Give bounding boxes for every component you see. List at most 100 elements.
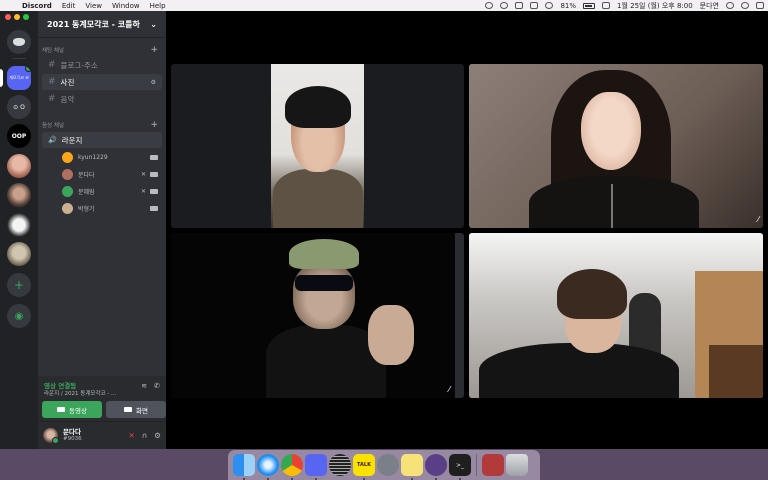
menubar-datetime[interactable]: 1월 25일 (월) 오후 8:00 (617, 1, 693, 11)
discord-window: 게모각코 코 ⊙ O OOP + ◉ 2021 동계모각코 - 코틀하 ⌄ 채팅… (0, 11, 768, 449)
chrome-icon[interactable] (281, 454, 303, 480)
menu-window[interactable]: Window (112, 2, 140, 10)
github-desktop-icon[interactable] (425, 454, 447, 480)
input-source-icon[interactable] (602, 2, 611, 9)
kakaotalk-icon[interactable]: TALK (353, 454, 375, 480)
server-header[interactable]: 2021 동계모각코 - 코틀하 ⌄ (38, 11, 166, 38)
safari-icon[interactable] (257, 454, 279, 480)
control-center-icon[interactable] (756, 2, 764, 9)
menu-edit[interactable]: Edit (62, 2, 76, 10)
video-button[interactable]: 동영상 (42, 401, 102, 418)
disconnect-icon[interactable]: ✆ (154, 382, 160, 390)
photo-booth-icon[interactable] (482, 454, 504, 476)
add-text-channel-icon[interactable]: + (150, 45, 158, 55)
status-icon-4[interactable] (530, 2, 539, 9)
channel-settings-icon[interactable]: ⚙ (151, 79, 156, 86)
avatar[interactable] (43, 428, 59, 444)
menu-help[interactable]: Help (150, 2, 166, 10)
voice-category[interactable]: 음성 채널 + (38, 119, 166, 131)
siri-icon[interactable] (741, 2, 749, 9)
server-avatar-4[interactable] (7, 242, 31, 266)
voice-user[interactable]: 문혜림 ✕ (38, 183, 166, 200)
noise-suppression-icon[interactable]: ≋ (141, 382, 147, 390)
channel-music[interactable]: # 음악 (42, 91, 162, 107)
stickies-icon[interactable] (401, 454, 423, 480)
status-icon-2[interactable] (500, 2, 509, 9)
user-names[interactable]: 문다다 #9036 (63, 428, 82, 443)
voice-user-name: 박형기 (78, 206, 95, 213)
voice-status-sub[interactable]: 라운지 / 2021 동계모각코 - ... (44, 389, 128, 397)
voice-user[interactable]: 박형기 (38, 200, 166, 217)
server-oop[interactable]: OOP (7, 124, 31, 148)
voice-user-name: kyun1229 (78, 154, 108, 161)
server-active[interactable]: 게모각코 코 (7, 66, 31, 90)
gear-icon[interactable]: ⚙ (154, 431, 161, 440)
terminal-icon[interactable]: >_ (449, 454, 471, 480)
screen-share-button[interactable]: 화면 (106, 401, 166, 418)
zoom-window-button[interactable] (23, 14, 29, 20)
server-avatar-2[interactable] (7, 183, 31, 207)
text-category[interactable]: 채팅 채널 + (38, 44, 166, 56)
explore-servers-icon[interactable]: ◉ (7, 304, 31, 328)
active-server-pill (0, 69, 3, 87)
voice-user[interactable]: kyun1229 (38, 149, 166, 166)
video-tile[interactable] (171, 64, 464, 228)
server-name: 2021 동계모각코 - 코틀하 (47, 19, 140, 29)
video-tile[interactable]: ⁄ (469, 64, 763, 228)
screen-share-icon (124, 407, 133, 412)
discord-home-icon[interactable] (7, 30, 31, 54)
video-tile[interactable] (469, 233, 763, 398)
trash-icon[interactable] (506, 454, 528, 476)
status-icon-3[interactable] (515, 2, 524, 9)
add-server-icon[interactable]: + (7, 273, 31, 297)
wifi-icon[interactable] (545, 2, 554, 9)
battery-icon[interactable] (583, 2, 596, 9)
video-tile[interactable]: ⁄ (171, 233, 464, 398)
video-person-sunglasses (295, 275, 353, 291)
system-preferences-icon[interactable] (377, 454, 399, 476)
video-on-icon (150, 189, 158, 194)
voice-channel-lounge[interactable]: 🔊 라운지 (42, 132, 162, 148)
avatar (62, 186, 73, 197)
minimize-window-button[interactable] (14, 14, 20, 20)
menu-app-name[interactable]: Discord (22, 2, 52, 10)
chevron-down-icon[interactable]: ⌄ (150, 20, 157, 29)
discord-icon[interactable] (305, 454, 327, 480)
server-double-o[interactable]: ⊙ O (7, 95, 31, 119)
channel-sidebar: 2021 동계모각코 - 코틀하 ⌄ 채팅 채널 + # 블로그-주소 # 사진… (38, 11, 166, 449)
headphones-icon[interactable]: ∩ (142, 431, 148, 440)
server-avatar-1[interactable] (7, 154, 31, 178)
menubar-user[interactable]: 문다연 (700, 1, 719, 11)
voice-active-badge (25, 66, 31, 72)
channel-blog[interactable]: # 블로그-주소 (42, 57, 162, 73)
server-list: 게모각코 코 ⊙ O OOP + ◉ (0, 11, 38, 449)
avatar (62, 169, 73, 180)
video-person-body (529, 176, 699, 228)
video-person-hand (368, 305, 414, 365)
voice-category-label: 음성 채널 (42, 123, 64, 129)
menu-view[interactable]: View (85, 2, 102, 10)
mic-muted-icon[interactable]: ✕ (128, 431, 134, 440)
server-avatar-3[interactable] (7, 213, 31, 237)
mic-muted-icon: ✕ (140, 188, 146, 195)
kakaotalk-label: TALK (357, 462, 371, 468)
mic-muted-icon: ⁄ (757, 215, 759, 224)
channel-photo[interactable]: # 사진 ⚙ (42, 74, 162, 90)
video-person-face (581, 92, 641, 170)
mac-dock: TALK >_ (228, 450, 540, 480)
voice-user[interactable]: 문다다 ✕ (38, 166, 166, 183)
spotlight-icon[interactable] (726, 2, 734, 9)
user-panel: 문다다 #9036 ✕ ∩ ⚙ (38, 422, 166, 449)
video-grid: ⁄ ⁄ (166, 11, 768, 449)
add-voice-channel-icon[interactable]: + (150, 120, 158, 130)
finder-icon[interactable] (233, 454, 255, 480)
video-person-zipper (611, 184, 613, 228)
voice-user-name: 문다다 (78, 172, 95, 179)
video-on-icon (150, 206, 158, 211)
video-person-body (479, 343, 679, 398)
dock-app-icon[interactable] (329, 454, 351, 476)
mic-muted-icon: ⁄ (448, 385, 450, 394)
speaker-icon: 🔊 (48, 136, 57, 144)
status-icon-1[interactable] (485, 2, 494, 9)
close-window-button[interactable] (5, 14, 11, 20)
